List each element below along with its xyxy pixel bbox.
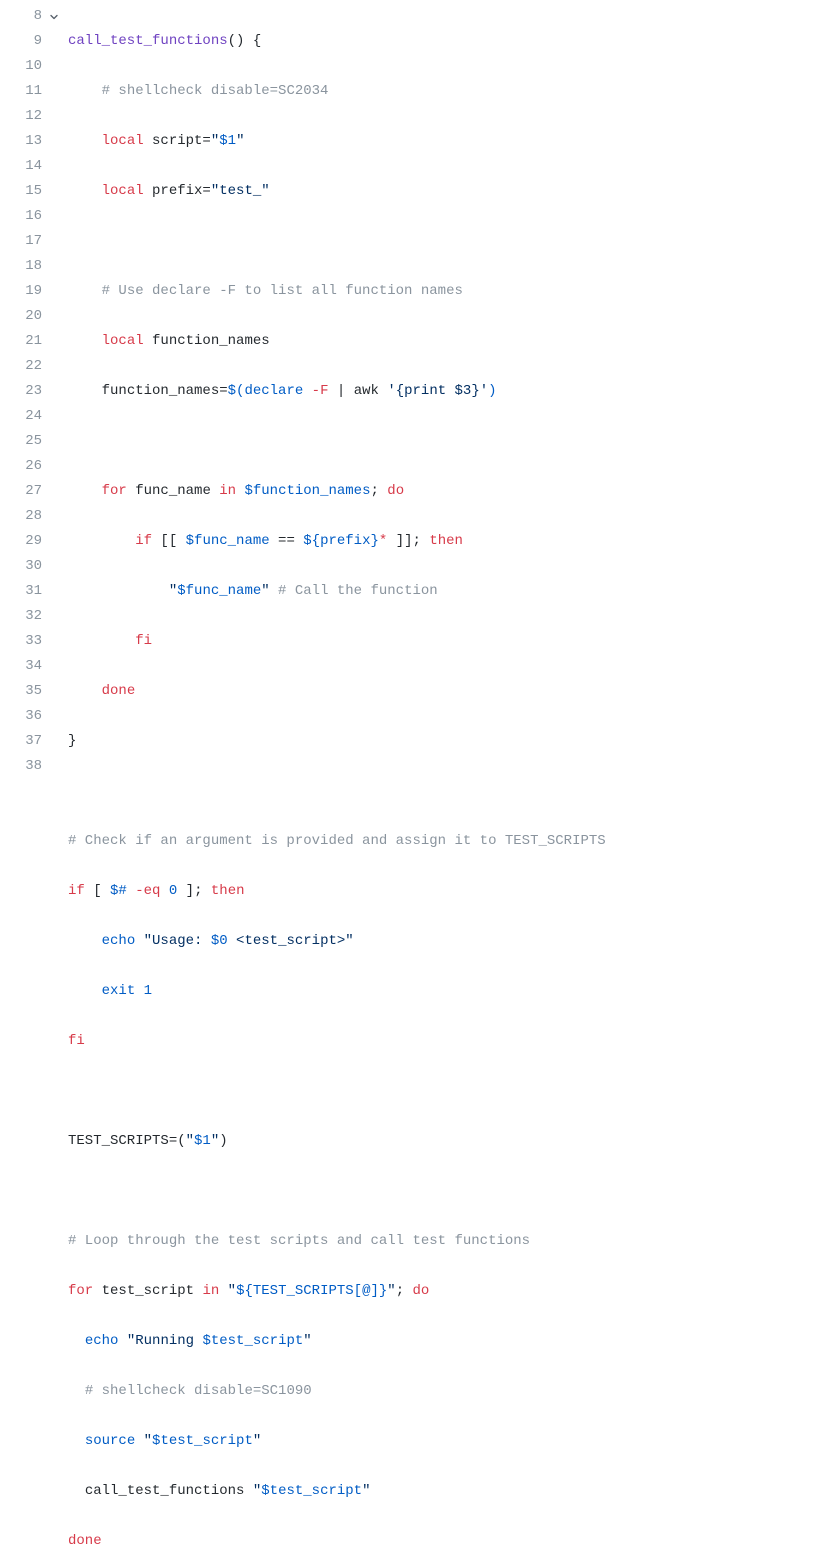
code-line bbox=[68, 1079, 828, 1104]
line-number: 10 bbox=[0, 54, 44, 79]
line-number: 29 bbox=[0, 529, 44, 554]
line-number: 18 bbox=[0, 254, 44, 279]
line-number: 36 bbox=[0, 704, 44, 729]
line-number: 15 bbox=[0, 179, 44, 204]
line-number: 9 bbox=[0, 29, 44, 54]
code-line: # shellcheck disable=SC1090 bbox=[68, 1379, 828, 1404]
line-number: 21 bbox=[0, 329, 44, 354]
chevron-down-icon bbox=[48, 11, 60, 23]
code-line: if [ $# -eq 0 ]; then bbox=[68, 879, 828, 904]
line-number: 12 bbox=[0, 104, 44, 129]
line-number-gutter: 8 9 10 11 12 13 14 15 16 17 18 19 20 21 … bbox=[0, 4, 46, 1560]
line-number: 23 bbox=[0, 379, 44, 404]
code-content[interactable]: call_test_functions() { # shellcheck dis… bbox=[68, 4, 828, 1560]
code-line: # shellcheck disable=SC2034 bbox=[68, 79, 828, 104]
line-number: 33 bbox=[0, 629, 44, 654]
line-number: 31 bbox=[0, 579, 44, 604]
line-number: 35 bbox=[0, 679, 44, 704]
line-number: 38 bbox=[0, 754, 44, 779]
line-number: 13 bbox=[0, 129, 44, 154]
line-number: 11 bbox=[0, 79, 44, 104]
code-line: echo "Usage: $0 <test_script>" bbox=[68, 929, 828, 954]
code-line: # Check if an argument is provided and a… bbox=[68, 829, 828, 854]
code-line: local prefix="test_" bbox=[68, 179, 828, 204]
code-line: exit 1 bbox=[68, 979, 828, 1004]
code-line: } bbox=[68, 729, 828, 754]
line-number: 27 bbox=[0, 479, 44, 504]
code-line: local function_names bbox=[68, 329, 828, 354]
line-number: 16 bbox=[0, 204, 44, 229]
line-number: 30 bbox=[0, 554, 44, 579]
code-line: TEST_SCRIPTS=("$1") bbox=[68, 1129, 828, 1154]
line-number: 32 bbox=[0, 604, 44, 629]
code-line: source "$test_script" bbox=[68, 1429, 828, 1454]
code-editor: 8 9 10 11 12 13 14 15 16 17 18 19 20 21 … bbox=[0, 0, 828, 1560]
line-number: 24 bbox=[0, 404, 44, 429]
fold-gutter bbox=[46, 4, 68, 1560]
code-line bbox=[68, 1179, 828, 1204]
code-line: if [[ $func_name == ${prefix}* ]]; then bbox=[68, 529, 828, 554]
line-number: 14 bbox=[0, 154, 44, 179]
code-line: fi bbox=[68, 1029, 828, 1054]
code-line: fi bbox=[68, 629, 828, 654]
code-line: for func_name in $function_names; do bbox=[68, 479, 828, 504]
code-line: "$func_name" # Call the function bbox=[68, 579, 828, 604]
code-line: for test_script in "${TEST_SCRIPTS[@]}";… bbox=[68, 1279, 828, 1304]
code-line bbox=[68, 229, 828, 254]
code-line: function_names=$(declare -F | awk '{prin… bbox=[68, 379, 828, 404]
code-line bbox=[68, 429, 828, 454]
code-line: call_test_functions "$test_script" bbox=[68, 1479, 828, 1504]
code-line: local script="$1" bbox=[68, 129, 828, 154]
code-line: done bbox=[68, 1529, 828, 1554]
line-number: 34 bbox=[0, 654, 44, 679]
code-line: call_test_functions() { bbox=[68, 29, 828, 54]
code-line: # Use declare -F to list all function na… bbox=[68, 279, 828, 304]
line-number: 17 bbox=[0, 229, 44, 254]
line-number: 26 bbox=[0, 454, 44, 479]
line-number: 19 bbox=[0, 279, 44, 304]
code-line: # Loop through the test scripts and call… bbox=[68, 1229, 828, 1254]
code-line: echo "Running $test_script" bbox=[68, 1329, 828, 1354]
line-number: 25 bbox=[0, 429, 44, 454]
code-line: done bbox=[68, 679, 828, 704]
line-number: 37 bbox=[0, 729, 44, 754]
line-number: 8 bbox=[0, 4, 44, 29]
line-number: 28 bbox=[0, 504, 44, 529]
line-number: 20 bbox=[0, 304, 44, 329]
line-number: 22 bbox=[0, 354, 44, 379]
fold-toggle[interactable] bbox=[46, 4, 68, 29]
code-line bbox=[68, 779, 828, 804]
